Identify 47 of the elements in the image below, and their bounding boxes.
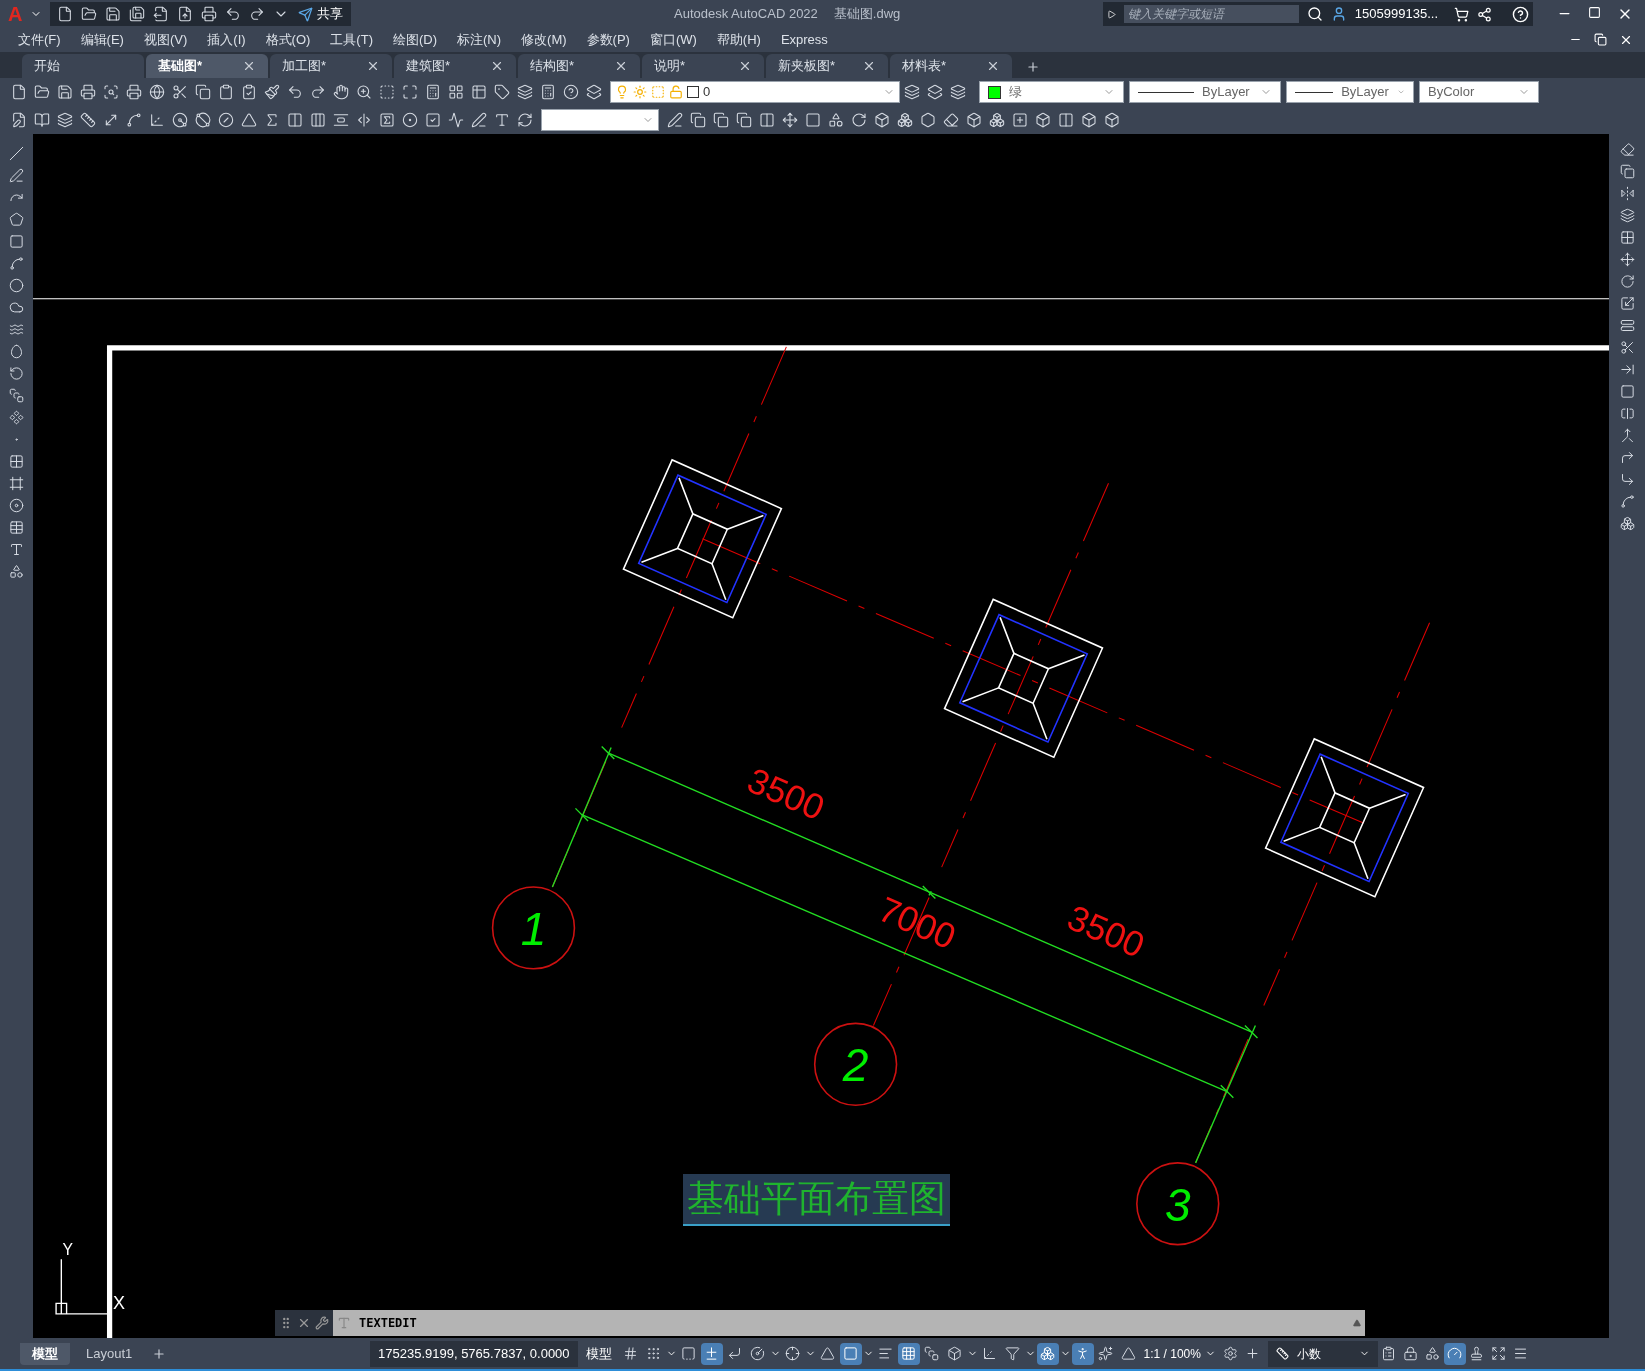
- ucs-x-label: X: [113, 1294, 125, 1312]
- axis-number: 3: [1164, 1178, 1191, 1231]
- menu-item[interactable]: 工具(T): [322, 30, 381, 50]
- app-title: Autodesk AutoCAD 2022: [674, 5, 818, 24]
- file-tab[interactable]: 说明*: [642, 54, 764, 78]
- share-button[interactable]: 共享: [294, 4, 348, 24]
- menu-item[interactable]: 插入(I): [199, 30, 254, 50]
- plotstyle-dropdown[interactable]: ByColor: [1419, 81, 1539, 103]
- layer-dropdown[interactable]: 0: [610, 81, 900, 103]
- ucs-y-label: Y: [62, 1241, 73, 1259]
- linetype-dropdown[interactable]: ByLayer: [1129, 81, 1281, 103]
- color-dropdown[interactable]: 绿: [979, 81, 1124, 103]
- menu-item[interactable]: 格式(O): [257, 30, 319, 50]
- menu-item[interactable]: 帮助(H): [708, 30, 769, 50]
- model-space-button[interactable]: 模型: [577, 1340, 620, 1367]
- menu-item[interactable]: 标注(N): [449, 30, 510, 50]
- lineweight-dropdown[interactable]: ByLayer: [1286, 81, 1414, 103]
- file-tab[interactable]: 基础图*: [146, 54, 268, 78]
- file-name: 基础图.dwg: [833, 5, 901, 24]
- search-field[interactable]: 键入关键字或短语: [1123, 5, 1299, 23]
- user-name[interactable]: 1505999135...: [1354, 4, 1438, 24]
- dimension-text: 3500: [1061, 897, 1151, 966]
- file-tab[interactable]: 材料表*: [890, 54, 1012, 78]
- menu-item[interactable]: 修改(M): [513, 30, 575, 50]
- drawing-title[interactable]: 基础平面布置图: [683, 1174, 950, 1226]
- menu-item[interactable]: 窗口(W): [641, 30, 705, 50]
- axis-number: 2: [842, 1039, 869, 1092]
- menu-item[interactable]: 编辑(E): [72, 30, 132, 50]
- menu-item[interactable]: Express: [772, 30, 836, 50]
- file-tab[interactable]: 结构图*: [518, 54, 640, 78]
- menu-item[interactable]: 文件(F): [10, 30, 69, 50]
- coordinates-readout: 175235.9199, 5765.7837, 0.0000: [370, 1340, 578, 1367]
- menu-item[interactable]: 参数(P): [578, 30, 638, 50]
- axis-number: 1: [520, 902, 547, 955]
- annotation-scale-button[interactable]: 1:1 / 100%: [1139, 1344, 1220, 1363]
- file-tab[interactable]: 开始: [22, 54, 144, 78]
- dimension-text: 3500: [741, 760, 831, 829]
- file-tab[interactable]: 加工图*: [270, 54, 392, 78]
- units-dropdown[interactable]: 小数: [1267, 1340, 1378, 1367]
- menu-item[interactable]: 绘图(D): [384, 30, 445, 50]
- file-tab[interactable]: 建筑图*: [394, 54, 516, 78]
- layout-tab[interactable]: 模型: [20, 1342, 70, 1365]
- layout-tab[interactable]: Layout1: [74, 1342, 145, 1365]
- menu-item[interactable]: 视图(V): [135, 30, 196, 50]
- drawing-canvas[interactable]: 3500 7000 3500 1 2 3 Y X 基础平面布置图 TEXTEDIT: [33, 134, 1609, 1338]
- dimension-text: 7000: [872, 889, 962, 958]
- file-tab[interactable]: 新夹板图*: [766, 54, 888, 78]
